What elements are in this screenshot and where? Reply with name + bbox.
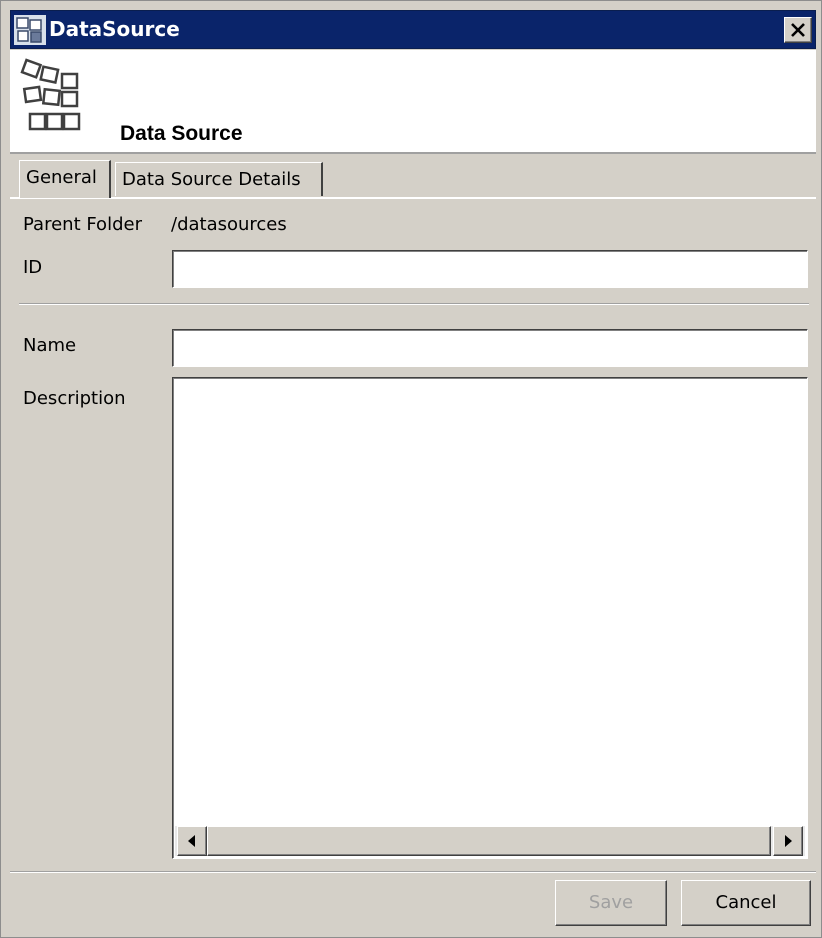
scroll-left-arrow-icon — [188, 835, 195, 847]
tab-strip-border — [10, 197, 816, 199]
name-label: Name — [23, 335, 77, 356]
window-title: DataSource — [49, 17, 180, 41]
description-box — [172, 377, 808, 859]
parent-folder-value: /datasources — [171, 214, 287, 235]
scroll-left-button[interactable] — [177, 826, 207, 856]
datasource-grid-icon — [20, 58, 81, 131]
description-field[interactable] — [175, 380, 805, 826]
header-title: Data Source — [120, 122, 243, 145]
id-field[interactable] — [172, 250, 808, 288]
datasource-dialog: DataSource Data Source General Data Sour… — [0, 0, 822, 938]
name-field[interactable] — [172, 329, 808, 367]
horizontal-scrollbar[interactable] — [175, 826, 805, 856]
scroll-right-button[interactable] — [773, 826, 803, 856]
save-button[interactable]: Save — [555, 880, 667, 926]
parent-folder-label: Parent Folder — [23, 214, 142, 235]
datasource-app-icon — [14, 15, 46, 45]
scroll-right-arrow-icon — [785, 835, 792, 847]
description-label: Description — [23, 388, 126, 409]
dialog-header: Data Source — [10, 50, 816, 154]
tab-data-source-details[interactable]: Data Source Details — [115, 162, 323, 196]
id-label: ID — [23, 257, 43, 278]
close-button[interactable] — [784, 17, 812, 43]
footer-separator — [10, 871, 816, 873]
cancel-button[interactable]: Cancel — [681, 880, 811, 926]
form-separator — [19, 303, 809, 305]
title-bar[interactable]: DataSource — [10, 10, 816, 49]
scroll-thumb[interactable] — [207, 826, 771, 856]
tab-general[interactable]: General — [19, 160, 111, 198]
close-icon — [791, 23, 805, 37]
